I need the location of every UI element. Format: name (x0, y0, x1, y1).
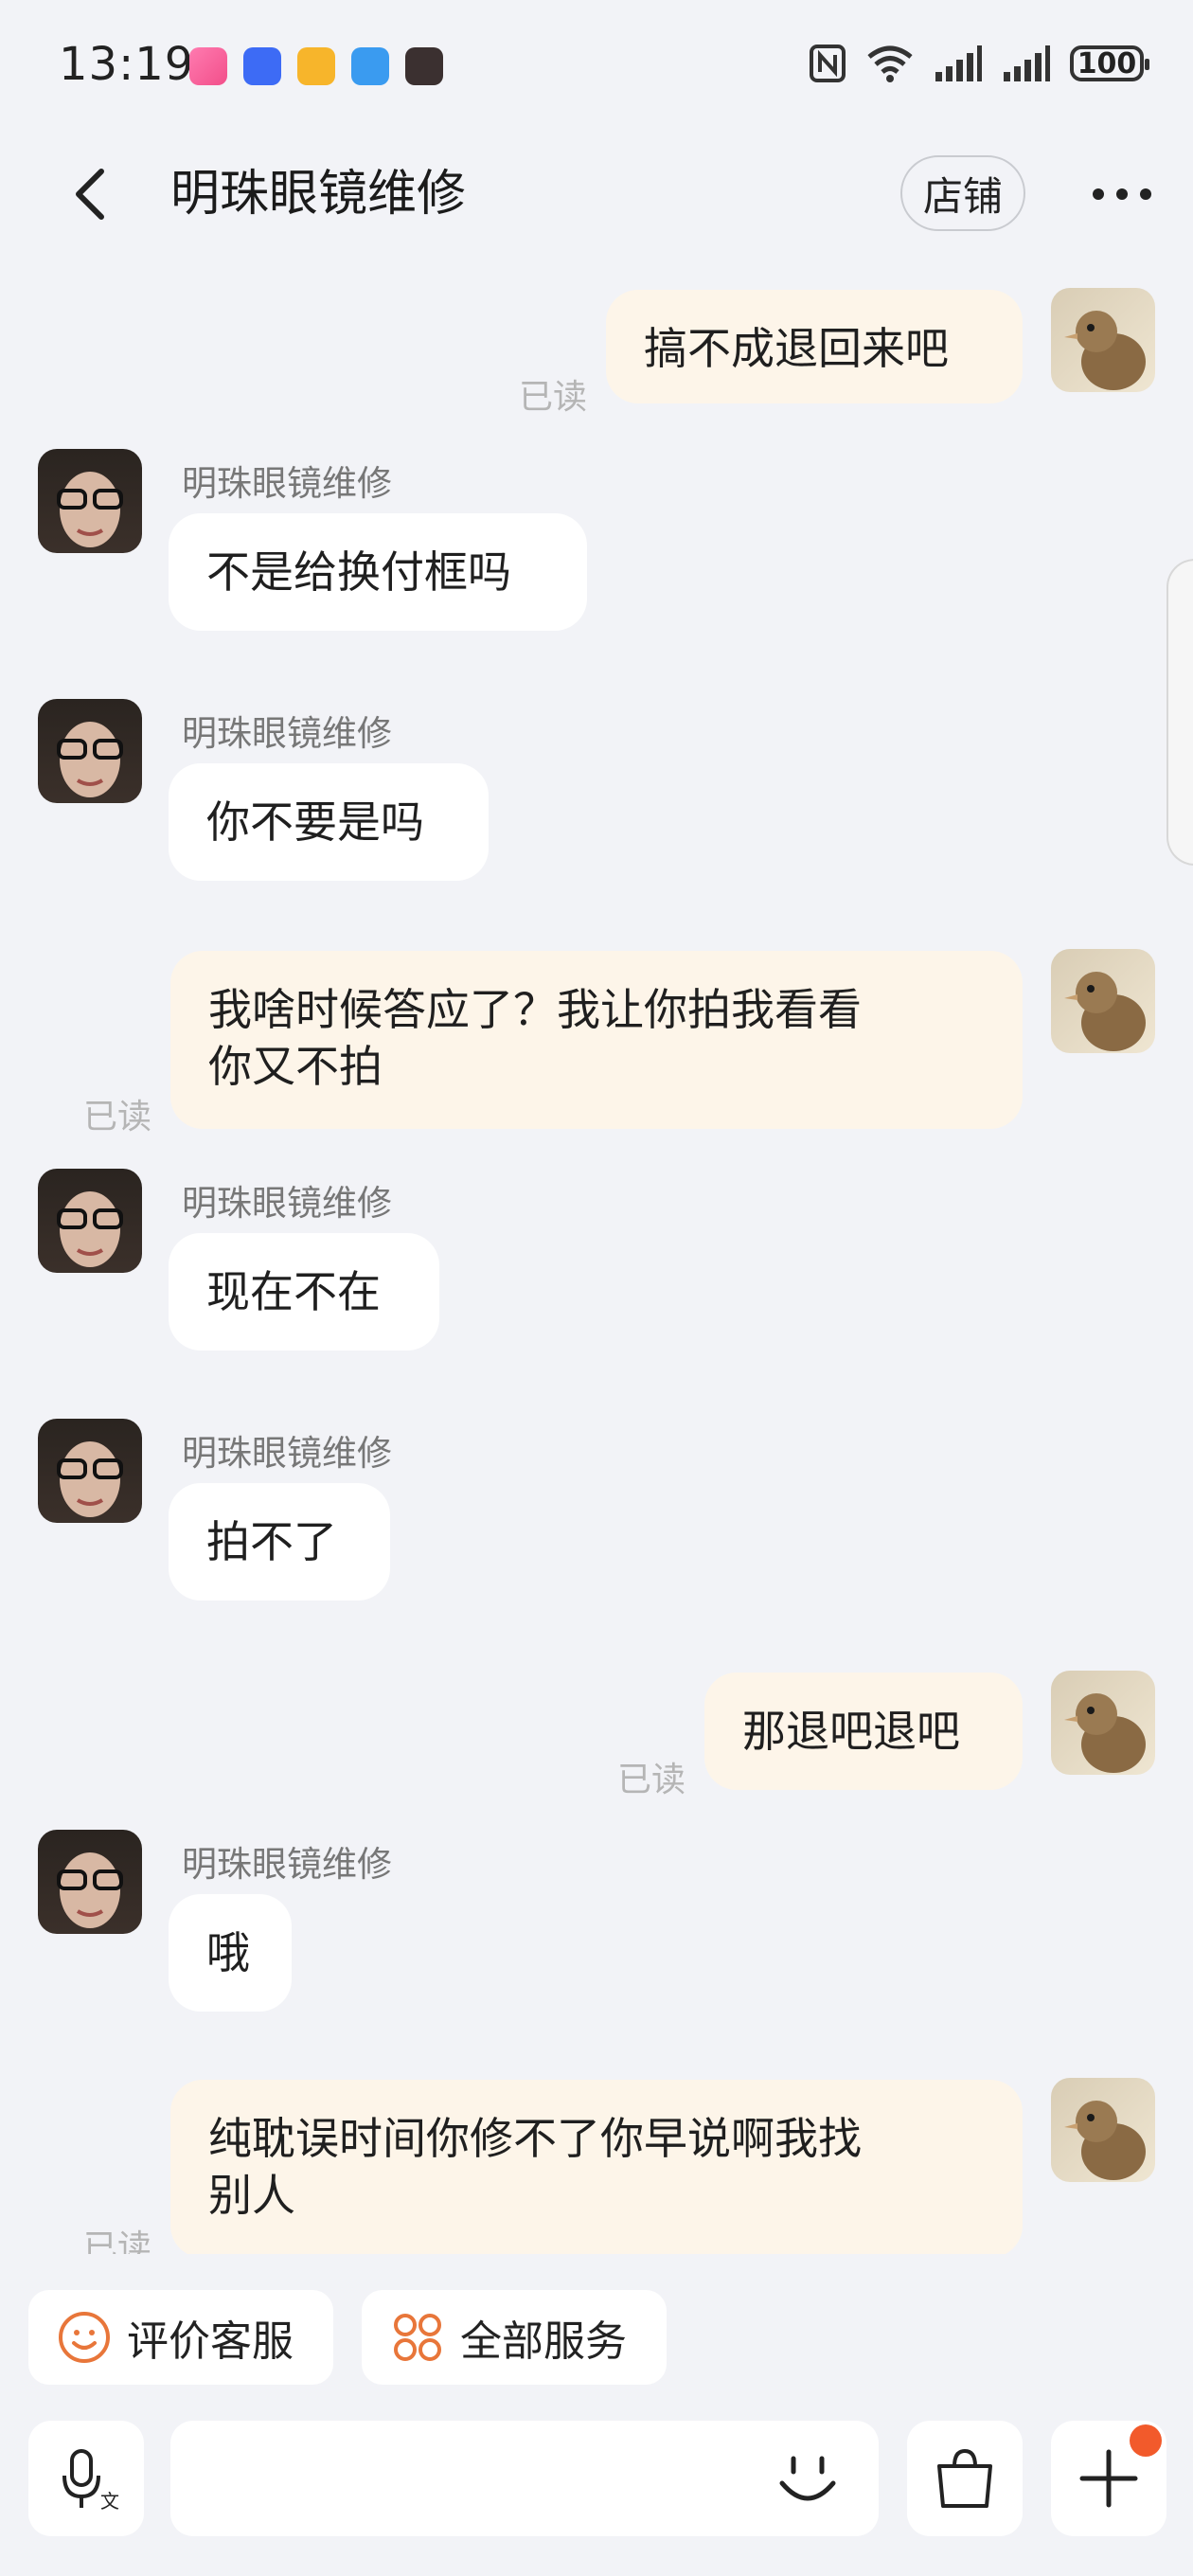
emoji-icon[interactable] (775, 2445, 841, 2512)
more-button[interactable] (1084, 161, 1160, 227)
shopping-bag-icon (937, 2448, 992, 2508)
rate-service-label: 评价客服 (127, 2317, 294, 2366)
chat-header: 明珠眼镜维修 店铺 (0, 133, 1193, 256)
contact-avatar[interactable] (38, 699, 142, 803)
read-receipt: 已读 (83, 2228, 152, 2254)
signal-icon (1004, 45, 1050, 81)
notification-dot (1130, 2424, 1162, 2457)
message-text-line: 你又不拍 (208, 1041, 383, 1092)
side-pull-tab[interactable] (1166, 559, 1193, 866)
message-text-line: 我啥时候答应了？我让你拍我看看 (208, 984, 862, 1035)
all-services-button[interactable]: 全部服务 (362, 2290, 667, 2385)
my-avatar[interactable] (1051, 2078, 1155, 2182)
grid-icon (394, 2314, 441, 2361)
message-text-line: 别人 (208, 2170, 295, 2221)
message-text: 哦 (206, 1927, 250, 1978)
game-app-icon (405, 47, 443, 85)
bilibili-icon (189, 47, 227, 85)
my-avatar[interactable] (1051, 949, 1155, 1053)
contact-avatar[interactable] (38, 1169, 142, 1273)
my-avatar[interactable] (1051, 1671, 1155, 1775)
more-icon (1093, 188, 1151, 200)
microphone-icon: 文 (62, 2449, 119, 2512)
smile-icon (59, 2312, 110, 2363)
page-title: 明珠眼镜维修 (170, 166, 467, 223)
message-input[interactable] (170, 2421, 879, 2536)
status-time: 13:19 (59, 38, 195, 91)
my-message-bubble[interactable]: 搞不成退回来吧 (606, 290, 1023, 403)
battery-indicator: 100 (1070, 45, 1149, 81)
message-text: 现在不在 (206, 1266, 381, 1317)
sender-name: 明珠眼镜维修 (182, 1183, 392, 1224)
sender-name: 明珠眼镜维修 (182, 1433, 392, 1474)
sender-name: 明珠眼镜维修 (182, 463, 392, 504)
my-message-bubble[interactable]: 纯耽误时间你修不了你早说啊我找 别人 (170, 2080, 1023, 2254)
my-message-bubble[interactable]: 我啥时候答应了？我让你拍我看看 你又不拍 (170, 951, 1023, 1129)
message-text: 拍不了 (206, 1516, 337, 1567)
signal-icon (935, 45, 982, 81)
message-list[interactable]: 搞不成退回来吧 已读 明珠眼镜维修 不是给换付框吗 明珠眼镜维修 你不要是吗 我… (0, 275, 1193, 2254)
voice-app-icon (243, 47, 281, 85)
mail-app-icon (297, 47, 335, 85)
contact-message-bubble[interactable]: 拍不了 (169, 1483, 390, 1601)
chevron-left-icon (76, 169, 104, 220)
contact-avatar[interactable] (38, 449, 142, 553)
all-services-label: 全部服务 (460, 2317, 627, 2366)
rate-service-button[interactable]: 评价客服 (28, 2290, 333, 2385)
read-receipt: 已读 (83, 1098, 152, 1136)
message-text: 不是给换付框吗 (206, 546, 511, 598)
message-text: 搞不成退回来吧 (644, 323, 949, 374)
nfc-icon (810, 45, 846, 82)
read-receipt: 已读 (617, 1761, 686, 1799)
contact-message-bubble[interactable]: 哦 (169, 1894, 292, 2012)
plus-icon (1079, 2449, 1138, 2508)
message-text-line: 纯耽误时间你修不了你早说啊我找 (208, 2113, 862, 2164)
message-app-icon (351, 47, 389, 85)
svg-text:文: 文 (100, 2490, 119, 2512)
my-avatar[interactable] (1051, 288, 1155, 392)
wifi-icon (867, 45, 913, 82)
contact-message-bubble[interactable]: 不是给换付框吗 (169, 513, 587, 631)
status-bar: 13:19 100 (0, 0, 1193, 133)
shop-button[interactable]: 店铺 (900, 155, 1025, 231)
contact-message-bubble[interactable]: 你不要是吗 (169, 763, 489, 881)
product-bag-button[interactable] (907, 2421, 1023, 2536)
message-text: 你不要是吗 (206, 796, 424, 848)
input-bar: 文 (0, 2415, 1193, 2576)
sender-name: 明珠眼镜维修 (182, 1844, 392, 1885)
sender-name: 明珠眼镜维修 (182, 713, 392, 754)
back-button[interactable] (57, 161, 123, 227)
contact-avatar[interactable] (38, 1830, 142, 1934)
voice-input-button[interactable]: 文 (28, 2421, 144, 2536)
contact-message-bubble[interactable]: 现在不在 (169, 1233, 439, 1351)
read-receipt: 已读 (519, 378, 588, 417)
message-text: 那退吧退吧 (742, 1706, 960, 1757)
my-message-bubble[interactable]: 那退吧退吧 (704, 1673, 1023, 1790)
contact-avatar[interactable] (38, 1419, 142, 1523)
